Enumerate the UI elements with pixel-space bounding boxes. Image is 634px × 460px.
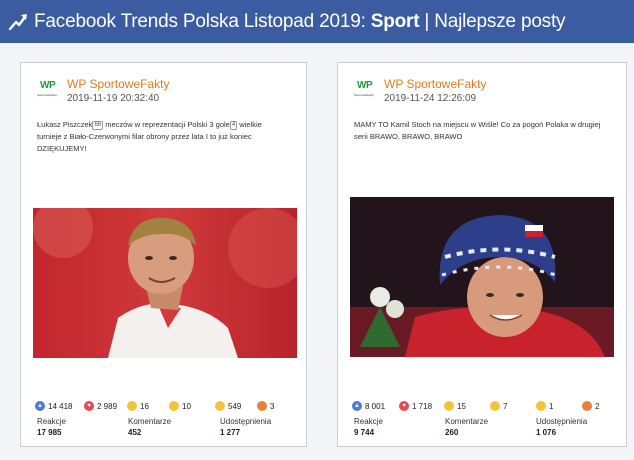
post-stats: Reakcje 9 744 Komentarze 260 Udostępnienia… [354,416,587,438]
like-icon: ▲ [352,401,362,411]
post-date: 2019-11-24 12:26:09 [384,93,477,104]
trend-arrow-icon [8,12,28,32]
angry-icon [257,401,267,411]
sad-icon [215,401,225,411]
stat-shares: Udostępnienia 1 277 [220,417,272,437]
like-icon: ▲ [35,401,45,411]
reaction-bar: ▲ 8 001 ♥ 1 718 15 7 1 2 [352,400,599,412]
page-logo: WP SportoweFakty [354,80,375,97]
header-bar: Facebook Trends Polska Listopad 2019: Sp… [0,0,634,43]
keycap-badge: 66 [92,121,104,130]
stat-comments: Komentarze 452 [128,417,172,437]
title-category: Sport [370,10,420,32]
post-image[interactable] [33,208,297,358]
reaction-wow: 7 [490,401,536,411]
reaction-like: ▲ 8 001 [352,401,399,411]
post-card[interactable]: WP SportoweFakty WP SportoweFakty 2019-1… [20,62,307,447]
love-icon: ♥ [399,401,409,411]
wow-icon [490,401,500,411]
post-text: MAMY TO Kamil Stoch na miejscu w Wiśle! … [354,120,601,141]
reaction-love: ♥ 1 718 [399,401,444,411]
stat-reactions: Reakcje 9 744 [354,417,383,437]
angry-icon [582,401,592,411]
reaction-angry: 3 [257,401,274,411]
reaction-love: ♥ 2 989 [84,401,127,411]
haha-icon [127,401,137,411]
reaction-like: ▲ 14 418 [35,401,84,411]
love-icon: ♥ [84,401,94,411]
post-date: 2019-11-19 20:32:40 [67,93,160,104]
reaction-angry: 2 [582,401,599,411]
page-name-link[interactable]: WP SportoweFakty [384,77,486,91]
reaction-sad: 549 [215,401,257,411]
wow-icon [169,401,179,411]
reaction-bar: ▲ 14 418 ♥ 2 989 16 10 549 3 [35,400,274,412]
sad-icon [536,401,546,411]
stat-reactions: Reakcje 17 985 [37,417,66,437]
post-card[interactable]: WP SportoweFakty WP SportoweFakty 2019-1… [337,62,627,447]
post-stats: Reakcje 17 985 Komentarze 452 Udostępnieni… [37,416,271,438]
page-logo: WP SportoweFakty [37,80,58,97]
page-title: Facebook Trends Polska Listopad 2019: Sp… [34,10,566,32]
haha-icon [444,401,454,411]
reaction-sad: 1 [536,401,582,411]
post-text: Łukasz Piszczek 66 meczów w reprezentacji… [37,120,262,153]
stat-comments: Komentarze 260 [445,417,489,437]
reaction-haha: 16 [127,401,169,411]
reaction-wow: 10 [169,401,215,411]
stat-shares: Udostępnienia 1 076 [536,417,588,437]
page-name-link[interactable]: WP SportoweFakty [67,77,169,91]
post-image[interactable] [350,197,614,357]
reaction-haha: 15 [444,401,490,411]
